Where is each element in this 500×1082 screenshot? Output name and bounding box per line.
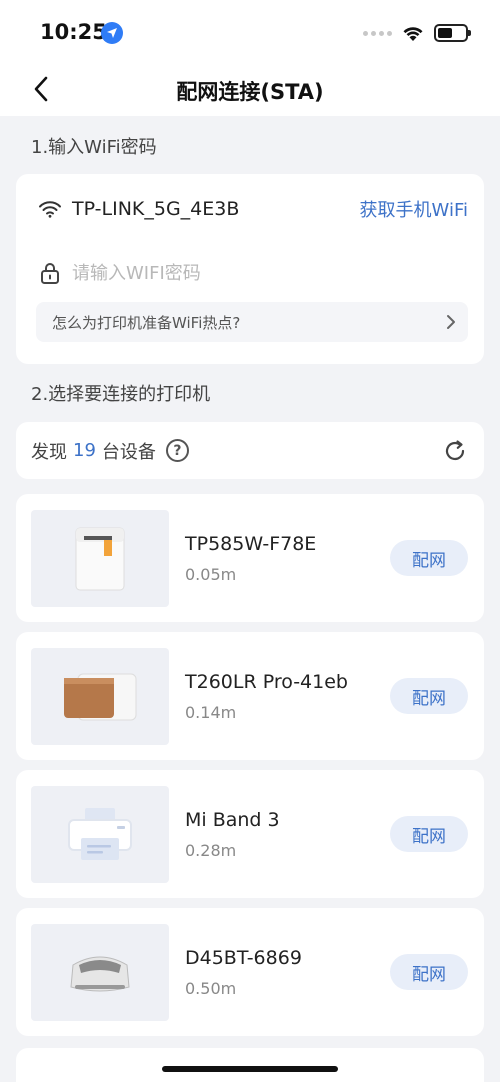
device-info: Mi Band 3 0.28m [185,809,280,860]
device-card[interactable]: D45BT-6869 0.50m 配网 [16,908,484,1036]
device-distance: 0.28m [185,840,237,860]
help-icon[interactable]: ? [165,439,189,462]
home-indicator [162,1066,338,1072]
device-info: TP585W-F78E 0.05m [185,533,316,584]
device-info: T260LR Pro-41eb 0.14m [185,671,348,722]
refresh-button[interactable] [440,436,470,466]
help-text: 怎么为打印机准备WiFi热点? [52,313,241,332]
found-suffix: 台设备 [101,441,156,463]
device-name: D45BT-6869 [185,946,302,969]
pair-button[interactable]: 配网 [390,540,468,576]
device-name: Mi Band 3 [185,808,280,831]
device-card[interactable]: Mi Band 3 0.28m 配网 [16,770,484,898]
device-name: TP585W-F78E [185,532,317,555]
wifi-password-input[interactable] [72,262,372,284]
cellular-signal-icon [363,30,392,36]
get-phone-wifi-link[interactable]: 获取手机WiFi [360,196,468,222]
page-title: 配网连接(STA) [176,80,324,104]
section-title-printer: 2.选择要连接的打印机 [31,384,211,405]
refresh-icon [445,439,465,460]
location-icon [101,22,123,44]
device-card[interactable]: TP585W-F78E 0.05m 配网 [16,494,484,622]
device-card-partial [16,1048,484,1082]
chevron-right-icon [447,315,455,329]
found-devices-card: 发现 19 台设备 ? [16,422,484,479]
wifi-status-icon [403,26,423,41]
white-printer-icon [31,509,169,607]
found-prefix: 发现 [31,441,67,463]
status-time: 10:25 [40,20,107,44]
device-distance: 0.50m [185,978,237,998]
lock-icon [41,263,59,284]
device-card[interactable]: T260LR Pro-41eb 0.14m 配网 [16,632,484,760]
label-printer-icon [31,923,169,1021]
nav-bar: 配网连接(STA) [0,64,500,116]
device-distance: 0.05m [185,564,237,584]
brown-printer-icon [31,647,169,745]
password-row [40,258,468,288]
pair-button[interactable]: 配网 [390,816,468,852]
pair-button[interactable]: 配网 [390,954,468,990]
battery-icon [434,24,471,42]
status-bar: 10:25 [0,0,500,64]
generic-printer-icon [31,785,169,883]
wifi-ssid-row: TP-LINK_5G_4E3B 获取手机WiFi [38,194,468,224]
found-count: 19 [73,440,96,461]
device-name: T260LR Pro-41eb [185,670,348,693]
wifi-card: TP-LINK_5G_4E3B 获取手机WiFi 怎么为打印机准备WiFi热点? [16,174,484,364]
pair-button[interactable]: 配网 [390,678,468,714]
section-title-wifi: 1.输入WiFi密码 [31,137,157,158]
device-distance: 0.14m [185,702,237,722]
wifi-icon [39,201,61,218]
device-info: D45BT-6869 0.50m [185,947,302,998]
wifi-ssid: TP-LINK_5G_4E3B [72,198,240,220]
printer-hotspot-help-row[interactable]: 怎么为打印机准备WiFi热点? [36,302,468,342]
status-icons [363,24,471,42]
